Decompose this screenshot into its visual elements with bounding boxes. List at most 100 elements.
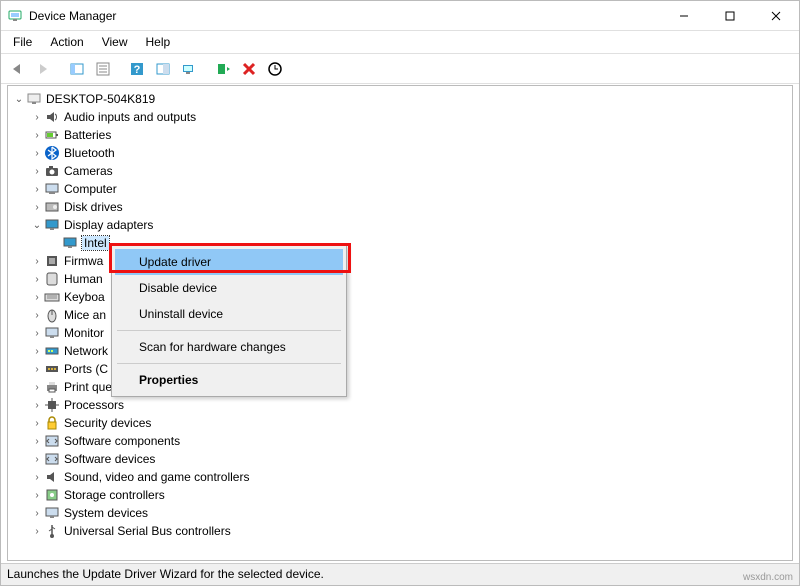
category-label: Processors [64, 398, 124, 412]
tree-category[interactable]: ›Sound, video and game controllers [30, 468, 792, 486]
enable-device-button[interactable] [211, 57, 235, 81]
expand-icon[interactable]: › [30, 526, 44, 537]
port-icon [44, 361, 60, 377]
scan-hardware-button[interactable] [263, 57, 287, 81]
titlebar: Device Manager [1, 1, 799, 31]
tree-root[interactable]: ⌄ DESKTOP-504K819 [12, 90, 792, 108]
ctx-separator [117, 330, 341, 331]
window-title: Device Manager [29, 9, 116, 23]
keyboard-icon [44, 289, 60, 305]
minimize-button[interactable] [661, 1, 707, 31]
usb-icon [44, 523, 60, 539]
expand-icon[interactable]: › [30, 274, 44, 285]
context-menu: Update driver Disable device Uninstall d… [111, 245, 347, 397]
expand-icon[interactable]: ⌄ [30, 220, 44, 231]
expand-icon[interactable]: › [30, 130, 44, 141]
expand-icon[interactable]: › [30, 418, 44, 429]
security-icon [44, 415, 60, 431]
status-text: Launches the Update Driver Wizard for th… [7, 567, 324, 581]
category-label: Audio inputs and outputs [64, 110, 196, 124]
expand-icon[interactable]: › [30, 148, 44, 159]
ctx-update-driver[interactable]: Update driver [115, 249, 343, 275]
root-label: DESKTOP-504K819 [46, 92, 155, 106]
ctx-uninstall-device[interactable]: Uninstall device [115, 301, 343, 327]
expand-icon[interactable]: › [30, 112, 44, 123]
expand-icon[interactable]: › [30, 508, 44, 519]
hid-icon [44, 271, 60, 287]
disk-icon [44, 199, 60, 215]
category-label: Keyboa [64, 290, 105, 304]
expand-icon[interactable]: › [30, 328, 44, 339]
app-icon [7, 8, 23, 24]
ctx-scan-hardware[interactable]: Scan for hardware changes [115, 334, 343, 360]
mouse-icon [44, 307, 60, 323]
display-icon [44, 217, 60, 233]
tree-category[interactable]: › Computer [30, 180, 792, 198]
display-icon [62, 235, 78, 251]
tree-category[interactable]: › Processors [30, 396, 792, 414]
category-label: Batteries [64, 128, 111, 142]
computer-icon [44, 181, 60, 197]
category-label: Security devices [64, 416, 151, 430]
tree-category[interactable]: › Audio inputs and outputs [30, 108, 792, 126]
show-hide-console-tree-button[interactable] [65, 57, 89, 81]
tree-category[interactable]: › Software components [30, 432, 792, 450]
expand-icon[interactable]: › [30, 346, 44, 357]
storage-icon [44, 487, 60, 503]
toolbar-icon-1[interactable] [151, 57, 175, 81]
firmware-icon [44, 253, 60, 269]
expand-icon[interactable]: › [30, 472, 44, 483]
tree-category[interactable]: ›Disk drives [30, 198, 792, 216]
tree-category[interactable]: › Bluetooth [30, 144, 792, 162]
expand-icon[interactable]: › [30, 400, 44, 411]
tree-category[interactable]: › Security devices [30, 414, 792, 432]
menu-file[interactable]: File [5, 33, 40, 51]
category-label: Computer [64, 182, 117, 196]
update-driver-button[interactable] [177, 57, 201, 81]
category-label: Ports (C [64, 362, 108, 376]
tree-category[interactable]: › Storage controllers [30, 486, 792, 504]
collapse-icon[interactable]: ⌄ [12, 94, 26, 105]
ctx-disable-device[interactable]: Disable device [115, 275, 343, 301]
ctx-properties[interactable]: Properties [115, 367, 343, 393]
expand-icon[interactable]: › [30, 202, 44, 213]
expand-icon[interactable]: › [30, 166, 44, 177]
expand-icon[interactable]: › [30, 256, 44, 267]
expand-icon[interactable]: › [30, 490, 44, 501]
properties-button[interactable] [91, 57, 115, 81]
help-button[interactable]: ? [125, 57, 149, 81]
expand-icon[interactable]: › [30, 292, 44, 303]
battery-icon [44, 127, 60, 143]
expand-icon[interactable]: › [30, 184, 44, 195]
menu-help[interactable]: Help [138, 33, 179, 51]
category-label: Network [64, 344, 108, 358]
expand-icon[interactable]: › [30, 454, 44, 465]
monitor-icon [44, 325, 60, 341]
tree-category[interactable]: ›System devices [30, 504, 792, 522]
expand-icon[interactable]: › [30, 364, 44, 375]
maximize-button[interactable] [707, 1, 753, 31]
forward-button[interactable] [31, 57, 55, 81]
tree-category[interactable]: ›Software devices [30, 450, 792, 468]
uninstall-device-button[interactable] [237, 57, 261, 81]
category-label: Bluetooth [64, 146, 115, 160]
menu-view[interactable]: View [94, 33, 136, 51]
category-label: Storage controllers [64, 488, 165, 502]
menu-action[interactable]: Action [42, 33, 91, 51]
expand-icon[interactable]: › [30, 382, 44, 393]
network-icon [44, 343, 60, 359]
menubar: File Action View Help [1, 31, 799, 54]
expand-icon[interactable]: › [30, 436, 44, 447]
camera-icon [44, 163, 60, 179]
system-icon [44, 505, 60, 521]
printer-icon [44, 379, 60, 395]
tree-category[interactable]: ›Universal Serial Bus controllers [30, 522, 792, 540]
tree-category[interactable]: ⌄Display adapters [30, 216, 792, 234]
tree-category[interactable]: › Batteries [30, 126, 792, 144]
back-button[interactable] [5, 57, 29, 81]
close-button[interactable] [753, 1, 799, 31]
category-label: Software components [64, 434, 180, 448]
tree-category[interactable]: ›Cameras [30, 162, 792, 180]
expand-icon[interactable]: › [30, 310, 44, 321]
svg-text:?: ? [134, 64, 141, 76]
